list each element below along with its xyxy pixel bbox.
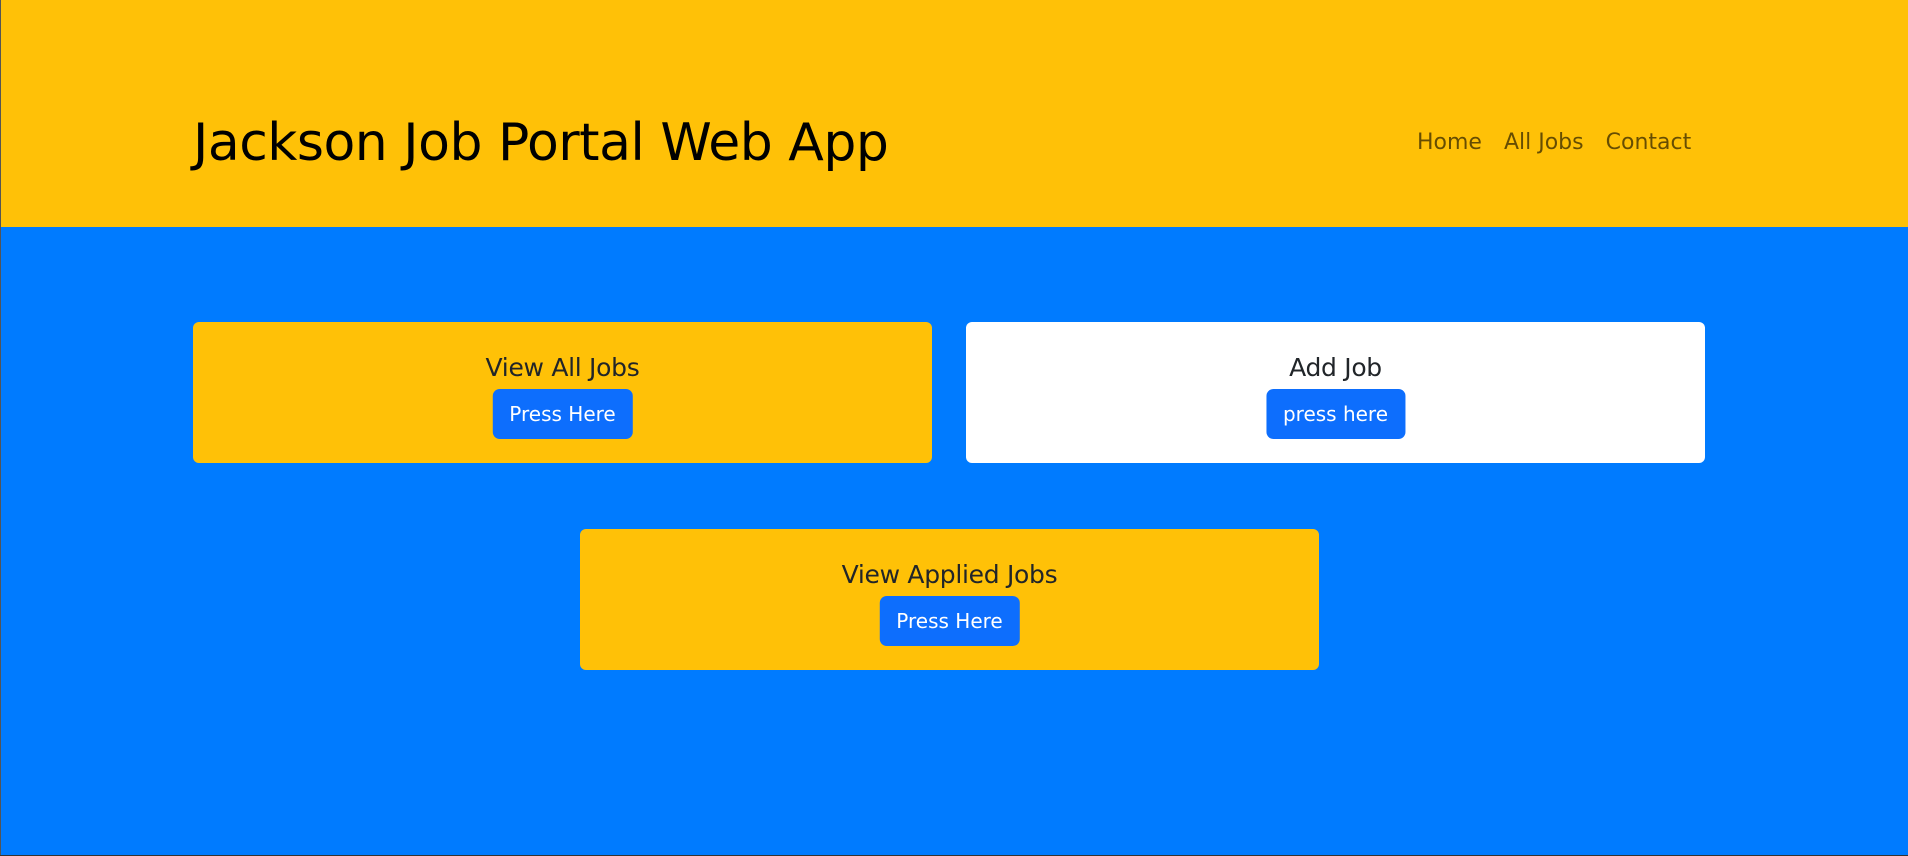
view-all-jobs-button[interactable]: Press Here <box>492 389 633 439</box>
add-job-card: Add Job press here <box>966 322 1705 463</box>
view-applied-jobs-card: View Applied Jobs Press Here <box>580 529 1319 670</box>
main-nav: Home All Jobs Contact <box>1417 126 1691 160</box>
nav-link-all-jobs[interactable]: All Jobs <box>1493 126 1595 160</box>
card-title: View All Jobs <box>485 353 640 382</box>
card-title: View Applied Jobs <box>841 560 1058 589</box>
view-all-jobs-card: View All Jobs Press Here <box>193 322 932 463</box>
card-title: Add Job <box>1289 353 1382 382</box>
add-job-button[interactable]: press here <box>1265 389 1406 439</box>
site-title: Jackson Job Portal Web App <box>193 113 889 173</box>
nav-link-contact[interactable]: Contact <box>1595 126 1692 160</box>
view-applied-jobs-button[interactable]: Press Here <box>879 596 1020 646</box>
site-header: Jackson Job Portal Web App Home All Jobs… <box>1 0 1908 227</box>
nav-link-home[interactable]: Home <box>1417 126 1493 160</box>
